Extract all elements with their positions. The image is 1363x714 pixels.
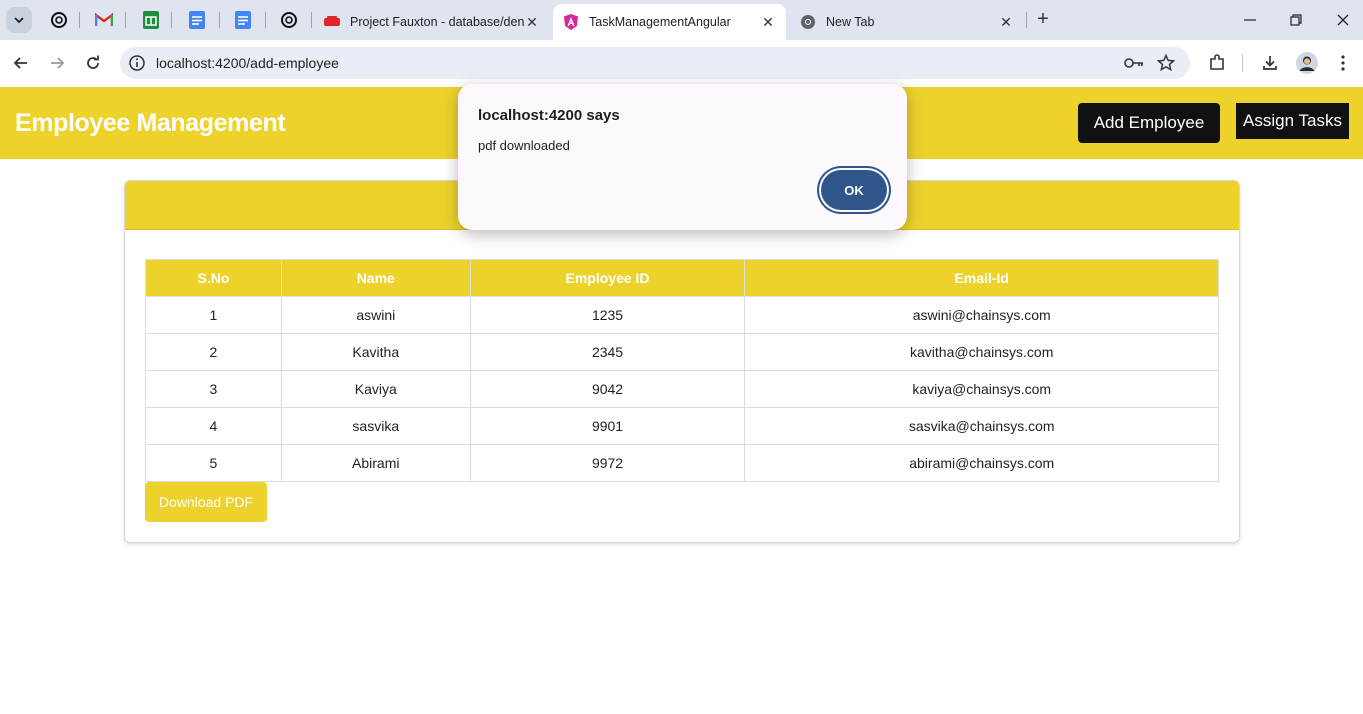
chatgpt-pinned-tab-icon[interactable] (49, 10, 69, 30)
docs-pinned-tab-icon[interactable] (233, 10, 253, 30)
tab-separator (125, 12, 126, 28)
add-employee-button[interactable]: Add Employee (1078, 103, 1220, 143)
cell-sno: 4 (145, 407, 282, 445)
password-key-icon[interactable] (1124, 53, 1144, 73)
browser-tab-strip: Project Fauxton - database/den ✕ TaskMan… (0, 0, 1363, 40)
tab-title: New Tab (826, 15, 875, 29)
tab-separator (311, 12, 312, 28)
column-header-email: Email-Id (744, 259, 1219, 297)
toolbar-separator (1242, 54, 1243, 72)
cell-email: kavitha@chainsys.com (744, 333, 1219, 371)
chrome-icon (800, 14, 816, 30)
minimize-icon[interactable] (1237, 8, 1263, 32)
tab-separator (171, 12, 172, 28)
cell-name: Kavitha (280, 333, 471, 371)
gmail-pinned-tab-icon[interactable] (94, 10, 114, 30)
page-title: Employee Management (15, 109, 286, 137)
close-icon[interactable]: ✕ (760, 14, 776, 30)
docs-pinned-tab-icon[interactable] (187, 10, 207, 30)
table-row: 2 Kavitha 2345 kavitha@chainsys.com (145, 333, 1219, 371)
cell-employee-id: 2345 (469, 333, 746, 371)
tab-search-icon[interactable] (6, 7, 32, 33)
angular-icon (563, 14, 579, 30)
cell-name: Kaviya (280, 370, 471, 408)
alert-dialog: localhost:4200 says pdf downloaded OK (458, 84, 907, 230)
cell-sno: 2 (145, 333, 282, 371)
more-vertical-icon[interactable] (1332, 52, 1354, 74)
forward-arrow-icon[interactable] (45, 51, 69, 75)
tab-separator (79, 12, 80, 28)
restore-icon[interactable] (1283, 8, 1309, 32)
tab-project-fauxton[interactable]: Project Fauxton - database/den ✕ (314, 4, 550, 40)
sheets-pinned-tab-icon[interactable] (141, 10, 161, 30)
reload-icon[interactable] (81, 51, 105, 75)
cell-employee-id: 9042 (469, 370, 746, 408)
tab-separator (1026, 12, 1027, 28)
back-arrow-icon[interactable] (9, 51, 33, 75)
close-icon[interactable]: ✕ (998, 14, 1014, 30)
cell-name: aswini (280, 296, 471, 334)
column-header-sno: S.No (145, 259, 282, 297)
table-row: 4 sasvika 9901 sasvika@chainsys.com (145, 407, 1219, 445)
table-row: 3 Kaviya 9042 kaviya@chainsys.com (145, 370, 1219, 408)
dialog-message: pdf downloaded (478, 138, 570, 153)
couch-icon (324, 14, 340, 30)
tab-task-management[interactable]: TaskManagementAngular ✕ (553, 4, 786, 40)
bookmark-star-icon[interactable] (1156, 53, 1176, 73)
download-pdf-button[interactable]: Download PDF (145, 482, 267, 522)
assign-tasks-button[interactable]: Assign Tasks (1236, 103, 1349, 139)
browser-toolbar: localhost:4200/add-employee (0, 40, 1363, 86)
column-header-name: Name (280, 259, 471, 297)
employee-table: S.No Name Employee ID Email-Id 1 aswini … (145, 259, 1219, 482)
tab-separator (219, 12, 220, 28)
cell-name: sasvika (280, 407, 471, 445)
cell-name: Abirami (280, 444, 471, 482)
cell-sno: 1 (145, 296, 282, 334)
table-header-row: S.No Name Employee ID Email-Id (145, 259, 1219, 297)
cell-employee-id: 9972 (469, 444, 746, 482)
table-row: 5 Abirami 9972 abirami@chainsys.com (145, 444, 1219, 482)
cell-email: sasvika@chainsys.com (744, 407, 1219, 445)
cell-sno: 3 (145, 370, 282, 408)
extensions-puzzle-icon[interactable] (1206, 52, 1228, 74)
tab-title: Project Fauxton - database/den (350, 15, 524, 29)
column-header-employee-id: Employee ID (469, 259, 746, 297)
address-bar[interactable]: localhost:4200/add-employee (120, 47, 1190, 79)
cell-employee-id: 9901 (469, 407, 746, 445)
download-icon[interactable] (1259, 52, 1281, 74)
cell-email: aswini@chainsys.com (744, 296, 1219, 334)
close-window-icon[interactable] (1330, 8, 1356, 32)
site-info-icon[interactable] (128, 54, 146, 72)
tab-separator (265, 12, 266, 28)
cell-email: abirami@chainsys.com (744, 444, 1219, 482)
employee-card: S.No Name Employee ID Email-Id 1 aswini … (124, 180, 1240, 543)
table-row: 1 aswini 1235 aswini@chainsys.com (145, 296, 1219, 334)
dialog-title: localhost:4200 says (478, 107, 620, 124)
close-icon[interactable]: ✕ (524, 14, 540, 30)
tab-new-tab[interactable]: New Tab ✕ (790, 4, 1024, 40)
cell-sno: 5 (145, 444, 282, 482)
ok-button[interactable]: OK (821, 170, 887, 210)
new-tab-plus-icon[interactable]: + (1032, 9, 1054, 31)
url-text: localhost:4200/add-employee (156, 55, 339, 71)
profile-avatar[interactable] (1296, 52, 1318, 74)
cell-email: kaviya@chainsys.com (744, 370, 1219, 408)
tab-title: TaskManagementAngular (589, 15, 731, 29)
cell-employee-id: 1235 (469, 296, 746, 334)
chatgpt-pinned-tab-icon[interactable] (279, 10, 299, 30)
